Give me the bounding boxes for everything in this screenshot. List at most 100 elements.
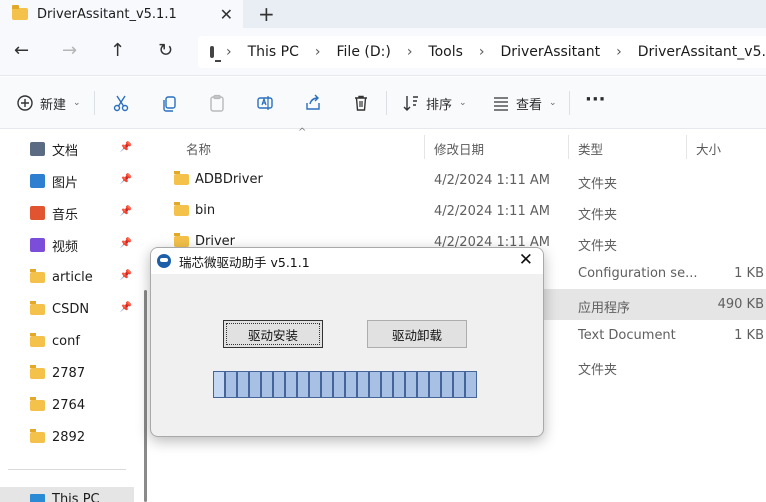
breadcrumb-separator: › bbox=[616, 44, 622, 60]
dialog-title: 瑞芯微驱动助手 v5.1.1 bbox=[179, 254, 310, 270]
sidebar-item-label: 视频 bbox=[52, 239, 79, 255]
folder-icon bbox=[174, 171, 189, 185]
sidebar-item-文档[interactable]: 文档 📌 bbox=[30, 139, 138, 159]
pin-icon: 📌 bbox=[119, 174, 132, 185]
sidebar-item-label: 2787 bbox=[52, 365, 86, 381]
cut-button[interactable] bbox=[112, 93, 130, 113]
column-header-type[interactable]: 类型 bbox=[578, 139, 603, 158]
uninstall-driver-button[interactable]: 驱动卸载 bbox=[367, 320, 467, 348]
progress-segment bbox=[429, 371, 441, 398]
file-type: 应用程序 bbox=[578, 301, 631, 316]
sidebar-item-label: 音乐 bbox=[52, 207, 79, 223]
sidebar-item-this-pc[interactable]: This PC bbox=[0, 487, 134, 502]
column-header-size[interactable]: 大小 bbox=[696, 139, 721, 158]
tab-driverassitant[interactable]: DriverAssitant_v5.1.1 ✕ bbox=[0, 0, 243, 28]
breadcrumb-tools[interactable]: Tools bbox=[428, 44, 463, 60]
refresh-button[interactable]: ↻ bbox=[158, 40, 173, 61]
file-row[interactable]: bin 4/2/2024 1:11 AM 文件夹 bbox=[150, 196, 766, 227]
share-button[interactable] bbox=[304, 93, 322, 113]
sidebar-item-音乐[interactable]: 音乐 📌 bbox=[30, 203, 138, 223]
sort-button[interactable]: 排序 ⌄ bbox=[402, 93, 467, 113]
copy-button[interactable] bbox=[160, 93, 178, 113]
progress-segment bbox=[249, 371, 261, 398]
video-icon bbox=[30, 238, 45, 252]
more-options-button[interactable]: ··· bbox=[585, 89, 606, 110]
file-name: bin bbox=[174, 202, 215, 218]
dialog-titlebar[interactable]: 瑞芯微驱动助手 v5.1.1 ✕ bbox=[151, 248, 543, 274]
folder-icon bbox=[30, 428, 45, 443]
driver-assistant-dialog: 瑞芯微驱动助手 v5.1.1 ✕ 驱动安装 驱动卸载 bbox=[150, 247, 544, 437]
forward-button[interactable]: → bbox=[62, 40, 77, 61]
sidebar-item-2892[interactable]: 2892 bbox=[30, 427, 138, 447]
sidebar-item-label: 2892 bbox=[52, 429, 86, 445]
tab-title: DriverAssitant_v5.1.1 bbox=[37, 6, 177, 22]
sidebar-item-label: conf bbox=[52, 333, 80, 349]
progress-segment bbox=[285, 371, 297, 398]
sidebar-item-2787[interactable]: 2787 bbox=[30, 363, 138, 383]
breadcrumb-separator: › bbox=[226, 44, 232, 60]
breadcrumb-driverassitant[interactable]: DriverAssitant bbox=[501, 44, 601, 60]
clipboard-icon bbox=[210, 94, 224, 112]
sidebar-item-csdn[interactable]: CSDN 📌 bbox=[30, 299, 138, 319]
new-tab-button[interactable]: + bbox=[258, 2, 275, 26]
column-separator[interactable] bbox=[568, 135, 569, 159]
progress-segment bbox=[213, 371, 225, 398]
rename-icon bbox=[257, 96, 273, 110]
breadcrumb-file-d[interactable]: File (D:) bbox=[337, 44, 391, 60]
pin-icon: 📌 bbox=[119, 270, 132, 281]
folder-icon bbox=[30, 268, 45, 283]
sidebar-item-conf[interactable]: conf bbox=[30, 331, 138, 351]
column-header-name[interactable]: 名称 bbox=[186, 139, 211, 158]
tab-close-icon[interactable]: ✕ bbox=[220, 5, 233, 24]
up-button[interactable]: ↑ bbox=[110, 40, 125, 61]
sidebar-item-label: 2764 bbox=[52, 397, 86, 413]
scissors-icon bbox=[113, 95, 129, 112]
sort-label: 排序 bbox=[426, 97, 453, 113]
breadcrumb-this-pc[interactable]: This PC bbox=[248, 44, 299, 60]
document-icon bbox=[30, 142, 45, 156]
file-type: 文件夹 bbox=[578, 177, 618, 192]
sort-ascending-icon: ^ bbox=[298, 127, 307, 138]
chevron-down-icon: ⌄ bbox=[73, 98, 81, 108]
progress-segment bbox=[405, 371, 417, 398]
sidebar-item-视频[interactable]: 视频 📌 bbox=[30, 235, 138, 255]
file-size: 490 KB bbox=[717, 297, 764, 312]
folder-icon bbox=[30, 396, 45, 411]
column-header-date[interactable]: 修改日期 bbox=[434, 139, 484, 158]
view-button[interactable]: 查看 ⌄ bbox=[492, 93, 557, 113]
this-pc-icon bbox=[30, 493, 45, 502]
chevron-down-icon: ⌄ bbox=[549, 98, 557, 108]
progress-segment bbox=[357, 371, 369, 398]
navigation-pane: This PC 文档 📌 图片 📌 音乐 📌 视频 📌 article 📌 CSDN 📌 conf 278… bbox=[0, 129, 140, 502]
install-driver-button[interactable]: 驱动安装 bbox=[223, 320, 323, 348]
progress-segment bbox=[261, 371, 273, 398]
sidebar-item-label: article bbox=[52, 269, 93, 285]
paste-button[interactable] bbox=[208, 93, 226, 113]
trash-icon bbox=[355, 95, 367, 111]
progress-segment bbox=[297, 371, 309, 398]
column-separator[interactable] bbox=[686, 135, 687, 159]
pin-icon: 📌 bbox=[119, 142, 132, 153]
sidebar-item-图片[interactable]: 图片 📌 bbox=[30, 171, 138, 191]
address-bar[interactable]: › This PC › File (D:) › Tools › DriverAs… bbox=[198, 36, 766, 68]
breadcrumb-current[interactable]: DriverAssitant_v5.1.1 bbox=[638, 44, 766, 60]
delete-button[interactable] bbox=[352, 93, 370, 113]
folder-icon bbox=[12, 5, 28, 20]
rename-button[interactable] bbox=[256, 93, 274, 113]
back-button[interactable]: ← bbox=[14, 40, 29, 61]
folder-icon bbox=[30, 300, 45, 315]
nav-scrollbar-thumb[interactable] bbox=[144, 290, 147, 502]
sidebar-item-2764[interactable]: 2764 bbox=[30, 395, 138, 415]
file-type: 文件夹 bbox=[578, 363, 618, 378]
progress-segment bbox=[393, 371, 405, 398]
view-label: 查看 bbox=[516, 97, 543, 113]
new-button[interactable]: 新建 ⌄ bbox=[16, 93, 81, 113]
dialog-close-button[interactable]: ✕ bbox=[519, 250, 533, 270]
tab-strip: DriverAssitant_v5.1.1 ✕ + bbox=[0, 0, 766, 28]
column-separator[interactable] bbox=[424, 135, 425, 159]
file-row[interactable]: ADBDriver 4/2/2024 1:11 AM 文件夹 bbox=[150, 165, 766, 196]
sidebar-item-article[interactable]: article 📌 bbox=[30, 267, 138, 287]
progress-segment bbox=[321, 371, 333, 398]
chevron-down-icon: ⌄ bbox=[459, 98, 467, 108]
folder-icon bbox=[174, 202, 189, 216]
